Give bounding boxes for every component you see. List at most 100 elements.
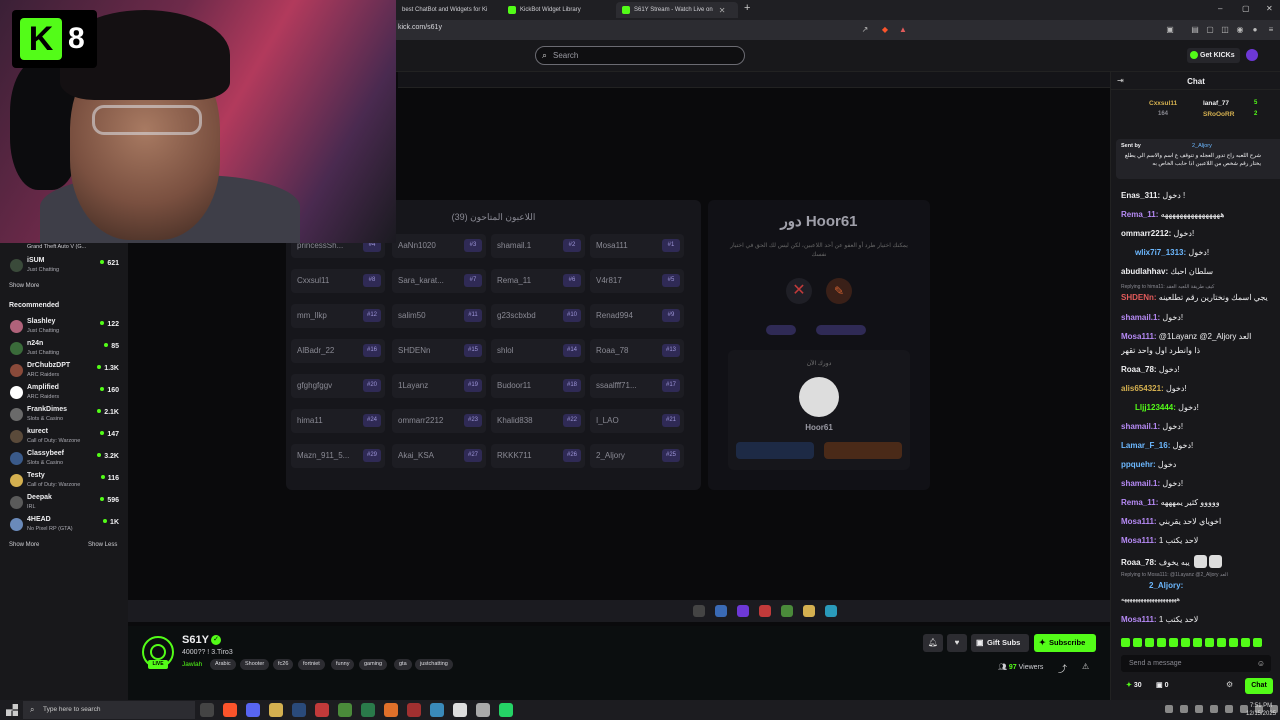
tag[interactable]: gta <box>394 659 412 670</box>
taskbar-clock[interactable]: 7:51 PM 12/15/2025 <box>1246 702 1276 718</box>
emote-icon[interactable] <box>1169 638 1178 647</box>
maximize-button[interactable]: ▢ <box>1242 4 1250 13</box>
emote-icon[interactable] <box>1193 638 1202 647</box>
emote-icon[interactable] <box>1217 638 1226 647</box>
sidebar-recommended-item[interactable]: Deepak IRL 596 <box>0 492 128 514</box>
steam-icon[interactable] <box>292 703 306 717</box>
sidebar-toggle-icon[interactable]: ▤ <box>1190 25 1200 35</box>
chat-username[interactable]: Mosa111: <box>1121 332 1157 341</box>
stream-category[interactable]: Jawlah <box>182 661 202 668</box>
chat-username[interactable]: Lamar_F_16: <box>1121 441 1170 450</box>
leader-name[interactable]: lanaf_77 <box>1203 100 1229 107</box>
brave-browser-icon[interactable] <box>223 703 237 717</box>
follow-button[interactable]: ♥ <box>947 634 967 652</box>
chat-username[interactable]: Rema_11: <box>1121 210 1158 219</box>
show-more-link[interactable]: Show More <box>9 542 39 548</box>
file-explorer-icon[interactable] <box>269 703 283 717</box>
app-icon[interactable] <box>476 703 490 717</box>
gift-subs-button[interactable]: ▣ Gift Subs <box>971 634 1029 652</box>
user-avatar[interactable] <box>1246 49 1258 61</box>
menu-icon[interactable]: ≡ <box>1266 25 1276 35</box>
leader-name[interactable]: SRoOoRR <box>1203 111 1234 118</box>
app-icon[interactable] <box>361 703 375 717</box>
vpn-icon[interactable]: ◉ <box>1235 25 1245 35</box>
share-page-icon[interactable]: ↗ <box>860 25 870 35</box>
emote-icon[interactable] <box>1181 638 1190 647</box>
emote-icon[interactable] <box>1241 638 1250 647</box>
tray-icon[interactable] <box>1165 705 1173 713</box>
tag[interactable]: justchatting <box>415 659 453 670</box>
channel-name[interactable]: S61Y <box>182 634 209 646</box>
chat-username[interactable]: ommarr2212: <box>1121 229 1171 238</box>
tray-icon[interactable] <box>1180 705 1188 713</box>
brave-shield-icon[interactable]: ◆ <box>880 25 890 35</box>
subscribe-button[interactable]: ✦ Subscribe <box>1034 634 1096 652</box>
new-tab-button[interactable]: + <box>744 2 750 14</box>
chat-username[interactable]: SHDENn: <box>1121 293 1157 302</box>
sidebar-recommended-item[interactable]: FrankDimes Slots & Casino 2.1K <box>0 404 128 426</box>
browser-tab-active[interactable]: S61Y Stream - Watch Live on ✕ <box>616 2 738 18</box>
chat-username[interactable]: ppquehr: <box>1121 460 1156 469</box>
chat-username[interactable]: Lljj123444: <box>1135 403 1176 412</box>
sidebar-recommended-item[interactable]: Classybeef Slots & Casino 3.2K <box>0 448 128 470</box>
chat-username[interactable]: Roaa_78: <box>1121 558 1157 567</box>
emote-icon[interactable] <box>1229 638 1238 647</box>
chat-username[interactable]: Enas_311: <box>1121 191 1160 200</box>
sidebar-recommended-item[interactable]: 4HEAD No Pixel RP (GTA) 1K <box>0 514 128 536</box>
chat-message-input[interactable]: Send a message ☺ <box>1121 655 1271 672</box>
app-icon[interactable] <box>430 703 444 717</box>
leader-name[interactable]: Cxxsul11 <box>1149 100 1177 107</box>
task-view-icon[interactable] <box>200 703 214 717</box>
send-chat-button[interactable]: Chat <box>1245 678 1273 694</box>
tag[interactable]: Shooter <box>240 659 270 670</box>
chat-username[interactable]: Mosa111: <box>1121 517 1157 526</box>
tag[interactable]: fortniet <box>298 659 325 670</box>
chat-username[interactable]: Rema_11: <box>1121 498 1158 507</box>
sidebar-recommended-item[interactable]: DrChubzDPT ARC Raiders 1.3K <box>0 360 128 382</box>
sidebar-recommended-item[interactable]: n24n Just Chatting 85 <box>0 338 128 360</box>
search-input[interactable]: ⌕ Search <box>535 46 745 65</box>
tag[interactable]: fc26 <box>273 659 294 670</box>
rewards-icon[interactable]: ▲ <box>898 25 908 35</box>
kicks-balance[interactable]: ✦ 30 <box>1126 681 1142 689</box>
sidebar-recommended-item[interactable]: Amplified ARC Raiders 160 <box>0 382 128 404</box>
tab-manager-icon[interactable]: ▢ <box>1205 25 1215 35</box>
chat-username[interactable]: Mosa111: <box>1121 536 1157 545</box>
chat-username[interactable]: wlix7i7_1313: <box>1135 248 1186 257</box>
share-icon[interactable]: ⤴ <box>1058 662 1067 675</box>
close-window-button[interactable]: ✕ <box>1266 4 1273 13</box>
app-icon[interactable] <box>453 703 467 717</box>
emoji-picker-icon[interactable]: ☺ <box>1257 655 1265 672</box>
taskbar-search[interactable]: ⌕ Type here to search <box>23 701 195 719</box>
chat-username[interactable]: shamail.1: <box>1121 422 1160 431</box>
emote-icon[interactable] <box>1253 638 1262 647</box>
tag[interactable]: Arabic <box>210 659 236 670</box>
gift-balance[interactable]: ▣ 0 <box>1156 681 1168 689</box>
app-icon[interactable] <box>384 703 398 717</box>
minimize-button[interactable]: – <box>1218 4 1222 13</box>
xbox-icon[interactable] <box>338 703 352 717</box>
tray-icon[interactable] <box>1195 705 1203 713</box>
emote-icon[interactable] <box>1157 638 1166 647</box>
chat-username[interactable]: alis654321: <box>1121 384 1164 393</box>
app-icon[interactable] <box>315 703 329 717</box>
emote-icon[interactable] <box>1133 638 1142 647</box>
chat-username[interactable]: Roaa_78: <box>1121 365 1157 374</box>
close-tab-icon[interactable]: ✕ <box>719 6 726 15</box>
tag[interactable]: funny <box>331 659 355 670</box>
wallet-icon[interactable]: ◫ <box>1220 25 1230 35</box>
chat-username[interactable]: shamail.1: <box>1121 313 1160 322</box>
tag[interactable]: gaming <box>359 659 388 670</box>
tray-icon[interactable] <box>1210 705 1218 713</box>
report-icon[interactable]: ⚠ <box>1082 662 1089 671</box>
show-less-link[interactable]: Show Less <box>88 542 117 548</box>
whatsapp-icon[interactable] <box>499 703 513 717</box>
discord-icon[interactable] <box>246 703 260 717</box>
sidebar-following-item[interactable]: iSUM Just Chatting 621 <box>0 255 128 277</box>
emote-icon[interactable] <box>1121 638 1130 647</box>
emote-icon[interactable] <box>1205 638 1214 647</box>
sidebar-recommended-item[interactable]: Slashley Just Chatting 122 <box>0 316 128 338</box>
tray-icon[interactable] <box>1225 705 1233 713</box>
browser-tab[interactable]: KickBot Widget Library <box>502 2 606 18</box>
profile-icon[interactable]: ● <box>1250 25 1260 35</box>
